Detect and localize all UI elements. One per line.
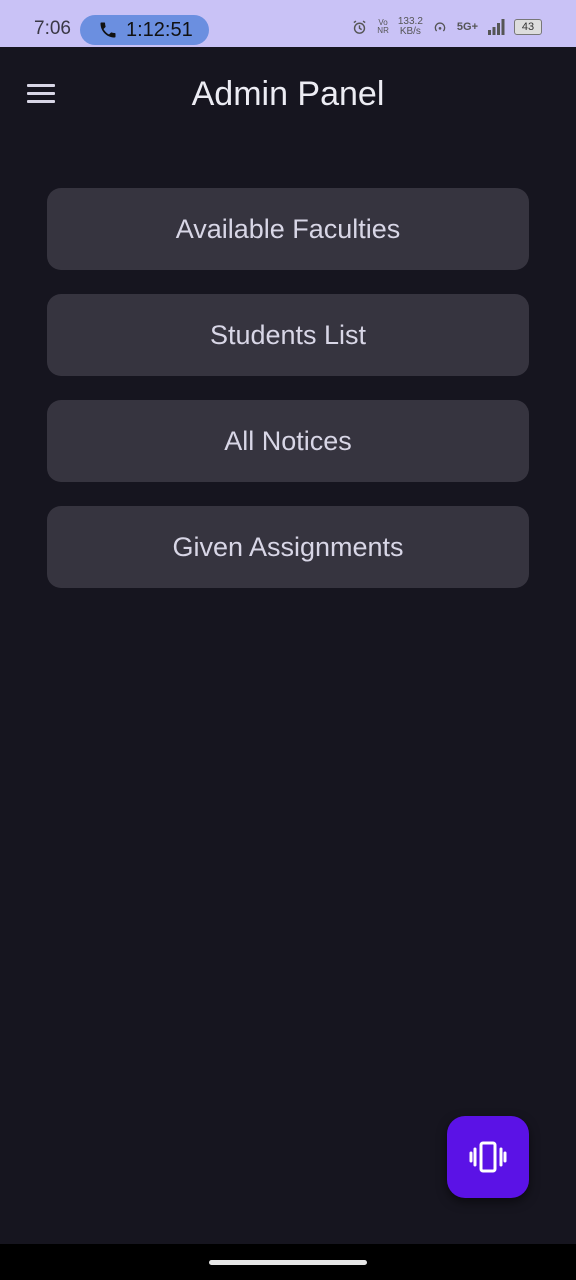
system-navigation-bar xyxy=(0,1244,576,1280)
status-time: 7:06 xyxy=(34,18,71,39)
status-icons: Vo NR 133.2 KB/s 5G+ 43 xyxy=(351,17,542,37)
home-gesture-handle[interactable] xyxy=(209,1260,367,1265)
status-bar: 7:06 1:12:51 Vo NR 133.2 KB/s 5G+ 43 xyxy=(0,0,576,47)
signal-icon xyxy=(488,19,505,35)
alarm-icon xyxy=(353,20,366,34)
students-list-button[interactable]: Students List xyxy=(47,294,529,376)
battery-icon: 43 xyxy=(514,19,542,35)
floating-action-button[interactable] xyxy=(447,1116,529,1198)
network-type: 5G+ xyxy=(456,21,478,33)
given-assignments-button[interactable]: Given Assignments xyxy=(47,506,529,588)
all-notices-button[interactable]: All Notices xyxy=(47,400,529,482)
battery-level: 43 xyxy=(521,21,535,33)
vonr-indicator: Vo NR xyxy=(377,18,389,35)
hotspot-icon xyxy=(434,22,446,32)
network-speed: 133.2 KB/s xyxy=(397,16,423,37)
call-duration: 1:12:51 xyxy=(126,18,193,41)
vibrate-icon xyxy=(469,1141,507,1173)
ongoing-call-pill[interactable]: 1:12:51 xyxy=(80,15,209,45)
page-title: Admin Panel xyxy=(191,75,385,113)
app-bar: Admin Panel xyxy=(0,47,576,143)
available-faculties-button[interactable]: Available Faculties xyxy=(47,188,529,270)
phone-icon xyxy=(100,22,116,38)
